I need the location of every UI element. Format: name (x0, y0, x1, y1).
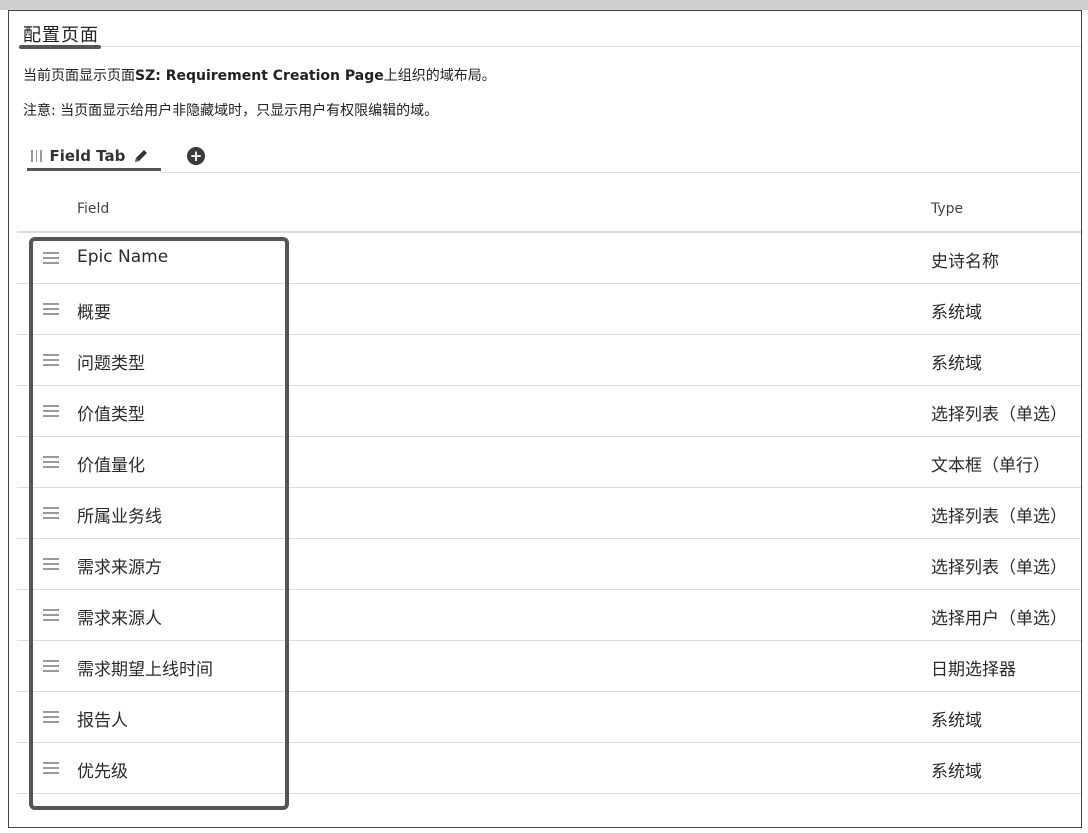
drag-handle-icon[interactable] (43, 303, 59, 315)
info-note: 注意: 当页面显示给用户非隐藏域时，只显示用户有权限编辑的域。 (23, 103, 439, 119)
table-row[interactable]: 需求来源人 选择用户（单选） (17, 590, 1081, 641)
drag-handle-icon[interactable] (43, 405, 59, 417)
table-row[interactable]: 问题类型 系统域 (17, 335, 1081, 386)
drag-handle-icon[interactable] (43, 558, 59, 570)
info-suffix: 上组织的域布局。 (383, 68, 496, 84)
field-type: 系统域 (931, 762, 982, 782)
plus-circle-icon[interactable]: + (187, 147, 205, 165)
field-type: 文本框（单行） (931, 456, 1050, 476)
pencil-icon[interactable] (133, 148, 149, 164)
field-type: 选择列表（单选） (931, 405, 1067, 425)
field-type: 系统域 (931, 711, 982, 731)
field-type: 史诗名称 (931, 252, 999, 272)
table-row[interactable]: 优先级 系统域 (17, 743, 1081, 794)
table-row[interactable]: 所属业务线 选择列表（单选） (17, 488, 1081, 539)
field-type: 系统域 (931, 354, 982, 374)
field-type: 日期选择器 (931, 660, 1016, 680)
field-type: 选择列表（单选） (931, 558, 1067, 578)
column-header-type: Type (931, 201, 964, 217)
drag-handle-icon[interactable] (43, 252, 59, 264)
page-title: 配置页面 (23, 25, 99, 46)
tab-field-tab[interactable]: Field Tab (27, 141, 161, 171)
field-name: 价值类型 (77, 405, 145, 425)
table-body: Epic Name 史诗名称 概要 系统域 问题类型 系统域 价值类型 选择列表（单选） 价值量… (17, 233, 1081, 794)
drag-handle-icon[interactable] (43, 660, 59, 672)
table-row[interactable]: 价值量化 文本框（单行） (17, 437, 1081, 488)
table-row[interactable]: Epic Name 史诗名称 (17, 233, 1081, 284)
field-name: 需求来源方 (77, 558, 162, 578)
tab-bar: Field Tab + (27, 141, 1081, 173)
table-row[interactable]: 价值类型 选择列表（单选） (17, 386, 1081, 437)
field-name: 所属业务线 (77, 507, 162, 527)
tab-label: Field Tab (49, 147, 126, 165)
column-header-field: Field (77, 201, 110, 217)
drag-handle-icon[interactable] (43, 609, 59, 621)
field-name: 问题类型 (77, 354, 145, 374)
grip-icon[interactable] (27, 150, 42, 162)
top-strip (0, 0, 1088, 10)
field-type: 选择列表（单选） (931, 507, 1067, 527)
drag-handle-icon[interactable] (43, 456, 59, 468)
table-row[interactable]: 报告人 系统域 (17, 692, 1081, 743)
drag-handle-icon[interactable] (43, 711, 59, 723)
field-name: 优先级 (77, 762, 128, 782)
info-prefix: 当前页面显示页面 (23, 68, 135, 84)
table-row[interactable]: 概要 系统域 (17, 284, 1081, 335)
active-tab-indicator (27, 168, 161, 171)
table-header: Field Type (17, 189, 1081, 233)
field-name: 报告人 (77, 711, 128, 731)
screen-name: SZ: Requirement Creation Page (135, 68, 384, 84)
table-row[interactable]: 需求期望上线时间 日期选择器 (17, 641, 1081, 692)
drag-handle-icon[interactable] (43, 354, 59, 366)
field-type: 系统域 (931, 303, 982, 323)
tab-bar-divider (161, 172, 1081, 173)
fields-table: Field Type Epic Name 史诗名称 概要 系统域 问题类型 系统域 价值类型… (17, 189, 1081, 794)
field-name: 价值量化 (77, 456, 145, 476)
title-underline (19, 45, 101, 49)
field-name: 需求期望上线时间 (77, 660, 213, 680)
title-divider (101, 46, 1081, 47)
drag-handle-icon[interactable] (43, 507, 59, 519)
table-row[interactable]: 需求来源方 选择列表（单选） (17, 539, 1081, 590)
configure-screen-panel: 配置页面 当前页面显示页面SZ: Requirement Creation Pa… (8, 10, 1082, 828)
field-name: 需求来源人 (77, 609, 162, 629)
field-name: Epic Name (77, 247, 169, 267)
field-type: 选择用户（单选） (931, 609, 1067, 629)
field-name: 概要 (77, 303, 111, 323)
info-current-screen: 当前页面显示页面SZ: Requirement Creation Page上组织… (23, 65, 496, 85)
drag-handle-icon[interactable] (43, 762, 59, 774)
